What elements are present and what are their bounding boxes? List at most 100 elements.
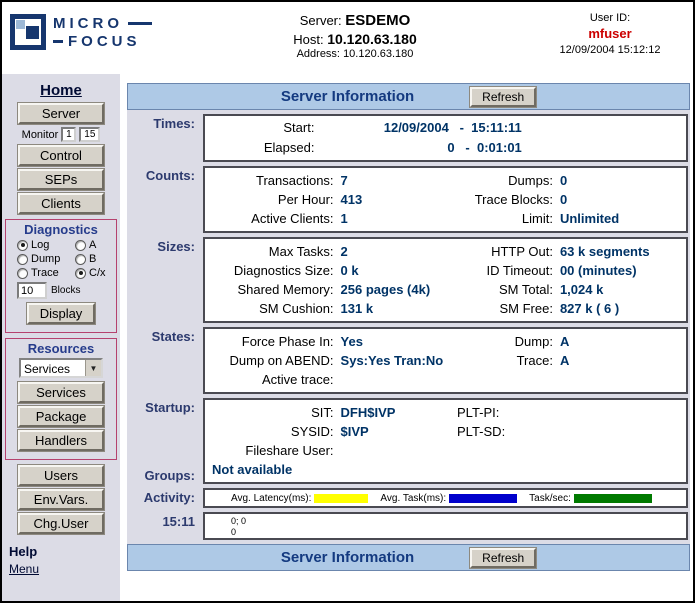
activity-row-label: Activity: — [127, 488, 203, 508]
radio-cx-label: C/x — [89, 267, 106, 279]
chevron-down-icon[interactable]: ▼ — [85, 360, 101, 376]
services-button[interactable]: Services — [18, 382, 104, 403]
radio-trace-circle[interactable] — [17, 268, 28, 279]
radio-trace-label: Trace — [31, 267, 59, 279]
diagnostics-panel: Diagnostics Log A Dump — [5, 219, 117, 333]
force-phase-value: Yes — [341, 332, 475, 351]
seps-button[interactable]: SEPs — [18, 169, 104, 190]
radio-b[interactable]: B — [75, 253, 114, 265]
sizes-row-label: Sizes: — [127, 237, 203, 323]
dump-on-abend-value: Sys:Yes Tran:No — [341, 351, 475, 370]
states-box: Force Phase In: Yes Dump: A Dump on ABEN… — [203, 327, 688, 394]
active-trace-value — [341, 370, 475, 389]
package-button[interactable]: Package — [18, 406, 104, 427]
max-tasks-label: Max Tasks: — [207, 242, 341, 261]
sm-free-value: 827 k ( 6 ) — [560, 299, 684, 318]
counts-box: Transactions: 7 Dumps: 0 Per Hour: 413 T… — [203, 166, 688, 233]
monitor-field-2[interactable] — [79, 127, 100, 142]
radio-cx[interactable]: C/x — [75, 267, 114, 279]
server-label: Server: — [300, 13, 342, 28]
shared-memory-label: Shared Memory: — [207, 280, 341, 299]
home-link[interactable]: Home — [2, 82, 120, 99]
times-box: Start: 12/09/2004 - 15:11:11 Elapsed: 0 … — [203, 114, 688, 162]
sit-label: SIT: — [207, 403, 341, 422]
per-hour-label: Per Hour: — [207, 190, 341, 209]
start-label: Start: — [207, 118, 321, 138]
blocks-row: Blocks — [17, 282, 114, 299]
state-trace-label: Trace: — [474, 351, 560, 370]
page-header: MICRO FOCUS Server: ESDEMO Host: 10.120.… — [2, 2, 693, 74]
resources-select-value: Services — [21, 360, 85, 376]
display-button[interactable]: Display — [27, 303, 95, 324]
server-name: ESDEMO — [345, 12, 410, 29]
radio-dump[interactable]: Dump — [17, 253, 75, 265]
radio-cx-circle[interactable] — [75, 268, 86, 279]
sizes-box: Max Tasks: 2 HTTP Out: 63 k segments Dia… — [203, 237, 688, 323]
radio-a-circle[interactable] — [75, 240, 86, 251]
info-table: Times: Start: 12/09/2004 - 15:11:11 Elap… — [127, 110, 690, 544]
server-button[interactable]: Server — [18, 103, 104, 124]
control-button[interactable]: Control — [18, 145, 104, 166]
address-label: Address: — [297, 48, 340, 60]
envvars-button[interactable]: Env.Vars. — [18, 489, 104, 510]
sm-total-value: 1,024 k — [560, 280, 684, 299]
times-row: Times: Start: 12/09/2004 - 15:11:11 Elap… — [127, 114, 688, 162]
logo-text: MICRO FOCUS — [53, 14, 152, 49]
state-trace-value: A — [560, 351, 684, 370]
trace-blocks-label: Trace Blocks: — [474, 190, 560, 209]
radio-a[interactable]: A — [75, 239, 114, 251]
sm-cushion-value: 131 k — [341, 299, 475, 318]
states-row: States: Force Phase In: Yes Dump: A Dump… — [127, 327, 688, 394]
monitor-field-1[interactable] — [61, 127, 76, 142]
avg-latency-label: Avg. Latency(ms): — [231, 493, 311, 504]
startup-box: SIT: DFH$IVP PLT-PI: SYSID: $IVP PLT-SD:… — [203, 398, 688, 484]
active-clients-label: Active Clients: — [207, 209, 341, 228]
logo-word-micro: MICRO — [53, 16, 123, 31]
refresh-button-top[interactable]: Refresh — [470, 87, 536, 107]
radio-b-label: B — [89, 253, 96, 265]
activity-box: Avg. Latency(ms): Avg. Task(ms): Task/se… — [203, 488, 688, 508]
menu-link[interactable]: Menu — [9, 562, 39, 576]
dump-on-abend-label: Dump on ABEND: — [207, 351, 341, 370]
task-legend-bar — [449, 494, 517, 503]
limit-label: Limit: — [474, 209, 560, 228]
refresh-button-bottom[interactable]: Refresh — [470, 548, 536, 568]
host-value: 10.120.63.180 — [327, 31, 417, 47]
blocks-input[interactable] — [17, 282, 47, 299]
app-body: Home Server Monitor Control SEPs Clients… — [2, 74, 693, 601]
top-title-bar: Server Information Refresh — [127, 83, 690, 110]
monitor-row: Monitor — [2, 127, 120, 142]
micro-focus-logo-icon — [10, 14, 46, 50]
http-out-value: 63 k segments — [560, 242, 684, 261]
user-id-value: mfuser — [535, 26, 685, 41]
bottom-title-bar: Server Information Refresh — [127, 544, 690, 571]
start-value: 12/09/2004 - 15:11:11 — [321, 118, 521, 138]
snapshot-line-2: 0 — [231, 527, 686, 538]
resources-select[interactable]: Services ▼ — [19, 358, 103, 378]
handlers-button[interactable]: Handlers — [18, 430, 104, 451]
radio-log-label: Log — [31, 239, 49, 251]
radio-log[interactable]: Log — [17, 239, 75, 251]
states-row-label: States: — [127, 327, 203, 394]
diagnostics-size-value: 0 k — [341, 261, 475, 280]
task-per-sec-legend-bar — [574, 494, 652, 503]
transactions-label: Transactions: — [207, 171, 341, 190]
radio-trace[interactable]: Trace — [17, 267, 75, 279]
radio-a-label: A — [89, 239, 96, 251]
radio-b-circle[interactable] — [75, 254, 86, 265]
resources-panel: Resources Services ▼ Services Package Ha… — [5, 338, 117, 460]
limit-value: Unlimited — [560, 209, 684, 228]
startup-label: Startup: — [127, 400, 195, 415]
header-timestamp: 12/09/2004 15:12:12 — [535, 44, 685, 56]
sidebar: Home Server Monitor Control SEPs Clients… — [2, 74, 120, 601]
radio-dump-circle[interactable] — [17, 254, 28, 265]
radio-log-circle[interactable] — [17, 240, 28, 251]
users-button[interactable]: Users — [18, 465, 104, 486]
sidebar-links: Help Menu — [9, 544, 120, 578]
micro-focus-logo: MICRO FOCUS — [10, 10, 175, 74]
force-phase-label: Force Phase In: — [207, 332, 341, 351]
server-admin-page: MICRO FOCUS Server: ESDEMO Host: 10.120.… — [0, 0, 695, 603]
chguser-button[interactable]: Chg.User — [18, 513, 104, 534]
clients-button[interactable]: Clients — [18, 193, 104, 214]
id-timeout-label: ID Timeout: — [474, 261, 560, 280]
